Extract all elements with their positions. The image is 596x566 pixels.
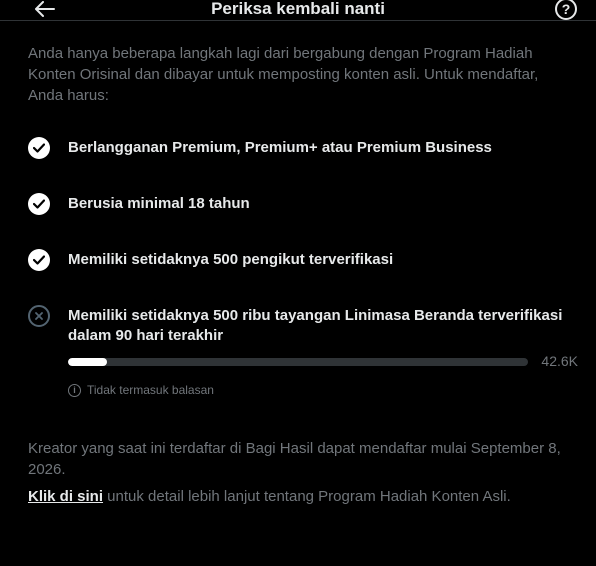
check-circle-icon xyxy=(28,137,50,159)
header-divider xyxy=(0,20,596,21)
details-link[interactable]: Klik di sini xyxy=(28,488,103,505)
note-text: Tidak termasuk balasan xyxy=(87,383,214,397)
progress-value: 42.6K xyxy=(541,353,578,369)
progress-note: i Tidak termasuk balasan xyxy=(68,382,214,398)
requirement-label: Berlangganan Premium, Premium+ atau Prem… xyxy=(68,139,492,156)
check-circle-icon xyxy=(28,193,50,215)
progress-fill xyxy=(68,358,108,366)
requirement-label: Memiliki setidaknya 500 pengikut terveri… xyxy=(68,251,394,268)
footer-text: Kreator yang saat ini terdaftar di Bagi … xyxy=(28,440,561,478)
page: Periksa kembali nanti ? Anda hanya beber… xyxy=(0,0,596,566)
footer-link-suffix: untuk detail lebih lanjut tentang Progra… xyxy=(103,488,511,505)
intro-text: Anda hanya beberapa langkah lagi dari be… xyxy=(28,45,539,104)
progress-track xyxy=(68,358,528,366)
requirement-label: Berusia minimal 18 tahun xyxy=(68,195,250,212)
x-circle-icon xyxy=(28,305,50,327)
impressions-progress: 42.6K xyxy=(68,353,580,370)
question-mark-icon: ? xyxy=(561,1,571,17)
footer-link-line: Klik di sini untuk detail lebih lanjut t… xyxy=(28,486,583,507)
requirement-label: Memiliki setidaknya 500 ribu tayangan Li… xyxy=(68,307,563,344)
page-title: Periksa kembali nanti xyxy=(211,0,385,18)
check-circle-icon xyxy=(28,249,50,271)
info-icon: i xyxy=(68,383,81,397)
